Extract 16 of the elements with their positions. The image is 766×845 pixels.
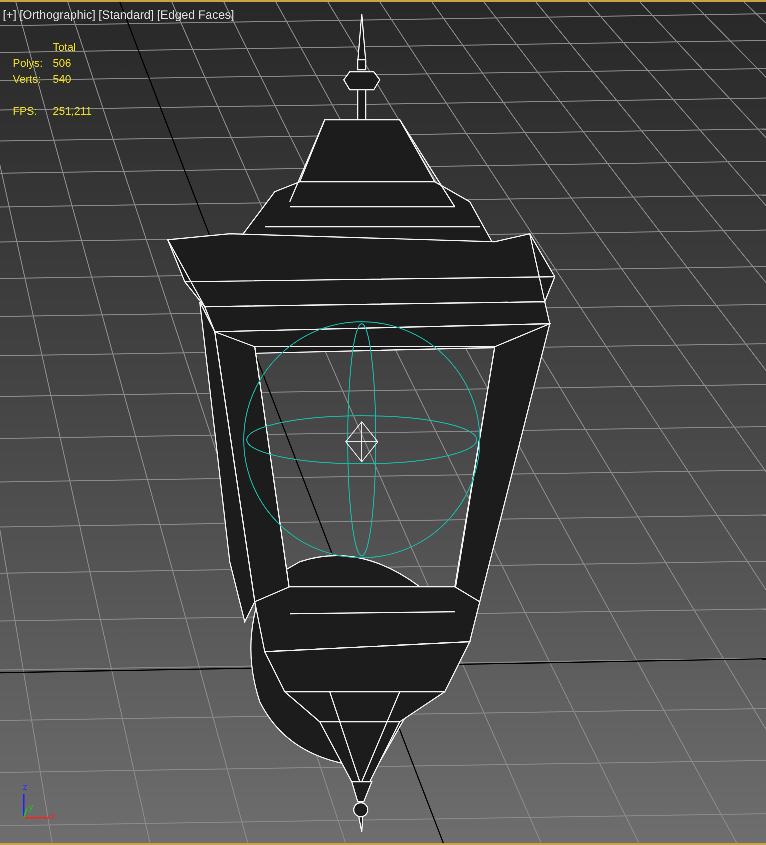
viewport-label[interactable]: [+] — [3, 6, 17, 24]
stats-value: 540 — [53, 73, 72, 88]
viewport-label[interactable]: [Edged Faces] — [157, 6, 234, 24]
axis-x-label: x — [51, 811, 56, 821]
fps-label: FPS: — [13, 105, 38, 120]
axis-y-label: y — [29, 802, 34, 812]
viewport-label[interactable]: [Orthographic] — [20, 6, 96, 24]
axis-z-label: z — [23, 782, 28, 792]
axis-gizmo-icon — [23, 794, 50, 819]
stats-label: Verts: — [13, 73, 42, 88]
viewport-label[interactable]: [Standard] — [98, 6, 154, 24]
stats-value: 506 — [53, 57, 72, 72]
stats-label: Polys: — [13, 57, 44, 72]
viewport[interactable]: [+] [Orthographic] [Standard] [Edged Faces] Total Polys: 506 Verts: 540 FPS: 251,211 z y x — [0, 0, 766, 845]
fps-value: 251,211 — [53, 105, 92, 120]
stats-header: Total — [53, 41, 78, 56]
